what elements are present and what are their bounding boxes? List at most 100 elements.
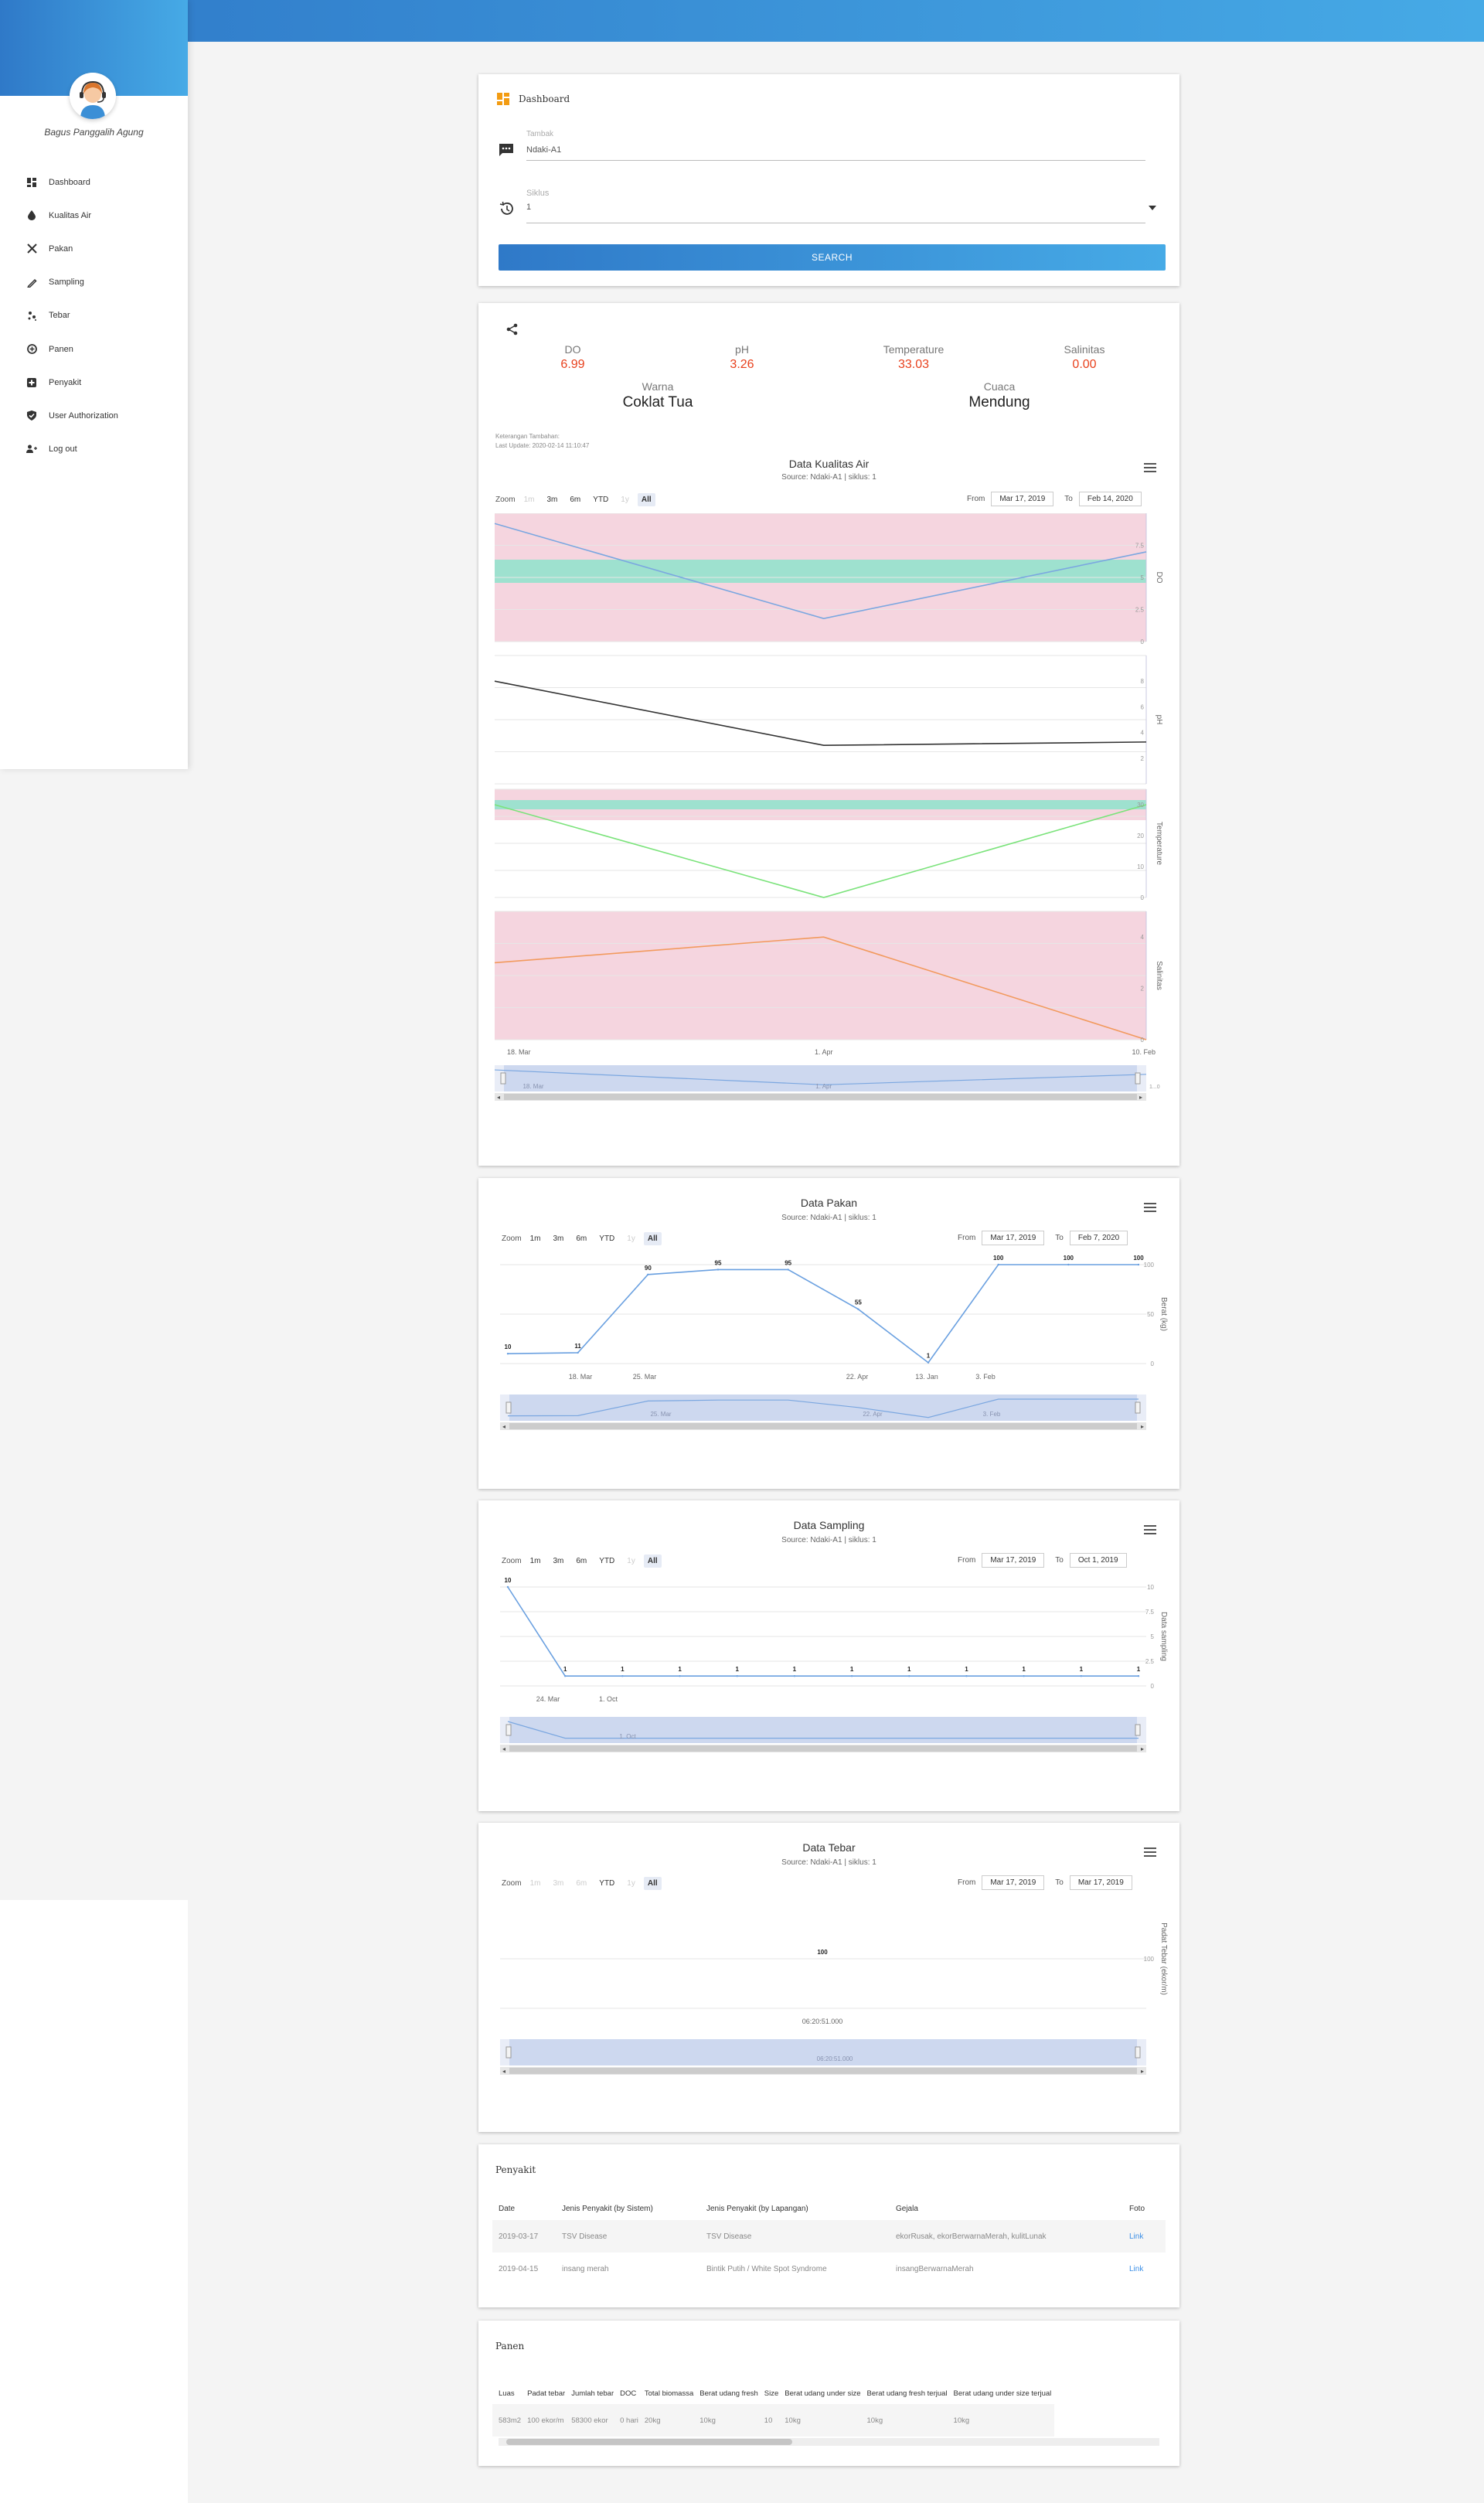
column-header[interactable]: Foto bbox=[1123, 2197, 1166, 2220]
scroll-left-arrow[interactable]: ◂ bbox=[497, 1094, 500, 1101]
menu-icon[interactable] bbox=[1144, 463, 1156, 474]
from-date-input[interactable]: Mar 17, 2019 bbox=[982, 1875, 1045, 1890]
scroll-right-arrow[interactable]: ▸ bbox=[1141, 2068, 1144, 2075]
zoom-3m-button[interactable]: 3m bbox=[543, 493, 561, 506]
column-header[interactable]: Jenis Penyakit (by Sistem) bbox=[556, 2197, 700, 2220]
sidebar-item-tebar[interactable]: Tebar bbox=[0, 299, 188, 332]
navigator-handle-right[interactable] bbox=[1135, 1401, 1141, 1414]
data-point[interactable] bbox=[908, 1675, 910, 1677]
zoom-6m-button[interactable]: 6m bbox=[572, 1555, 591, 1568]
data-point[interactable] bbox=[563, 1675, 567, 1677]
navigator-scrollbar-thumb[interactable] bbox=[509, 1423, 1137, 1429]
navigator-scrollbar-thumb[interactable] bbox=[509, 2068, 1137, 2074]
zoom-1y-button[interactable]: 1y bbox=[617, 493, 633, 506]
scroll-right-arrow[interactable]: ▸ bbox=[1141, 1423, 1144, 1430]
column-header[interactable]: Total biomassa bbox=[642, 2382, 696, 2404]
search-button[interactable]: SEARCH bbox=[499, 244, 1166, 271]
zoom-ytd-button[interactable]: YTD bbox=[595, 1877, 618, 1890]
to-date-input[interactable]: Feb 14, 2020 bbox=[1078, 492, 1142, 506]
scroll-right-arrow[interactable]: ▸ bbox=[1139, 1094, 1142, 1101]
horizontal-scrollbar[interactable] bbox=[499, 2438, 1159, 2446]
zoom-6m-button[interactable]: 6m bbox=[572, 1877, 591, 1890]
column-header[interactable]: Date bbox=[492, 2197, 556, 2220]
siklus-select[interactable]: Siklus 1 bbox=[497, 189, 1161, 227]
sidebar-item-log-out[interactable]: Log out bbox=[0, 433, 188, 466]
series-line[interactable] bbox=[507, 1586, 1139, 1677]
data-point[interactable] bbox=[506, 1353, 509, 1355]
column-header[interactable]: Padat tebar bbox=[524, 2382, 568, 2404]
data-point[interactable] bbox=[857, 1308, 859, 1310]
zoom-all-button[interactable]: All bbox=[643, 1877, 662, 1890]
to-date-input[interactable]: Feb 7, 2020 bbox=[1069, 1231, 1128, 1245]
column-header[interactable]: Jumlah tebar bbox=[568, 2382, 617, 2404]
zoom-1y-button[interactable]: 1y bbox=[623, 1555, 639, 1568]
sidebar-item-dashboard[interactable]: Dashboard bbox=[0, 165, 188, 199]
zoom-1m-button[interactable]: 1m bbox=[526, 1232, 545, 1245]
navigator-scrollbar-thumb[interactable] bbox=[504, 1094, 1137, 1100]
zoom-1y-button[interactable]: 1y bbox=[623, 1232, 639, 1245]
menu-icon[interactable] bbox=[1144, 1525, 1156, 1536]
data-point[interactable] bbox=[1137, 1675, 1140, 1677]
data-point[interactable] bbox=[1080, 1675, 1083, 1677]
zoom-1m-button[interactable]: 1m bbox=[520, 493, 539, 506]
data-point[interactable] bbox=[679, 1675, 681, 1677]
data-point[interactable] bbox=[850, 1675, 853, 1677]
data-point[interactable] bbox=[577, 1351, 579, 1354]
scroll-left-arrow[interactable]: ◂ bbox=[502, 2068, 505, 2075]
column-header[interactable]: Berat udang under size terjual bbox=[951, 2382, 1055, 2404]
zoom-1y-button[interactable]: 1y bbox=[623, 1877, 639, 1890]
zoom-6m-button[interactable]: 6m bbox=[566, 493, 584, 506]
foto-link[interactable]: Link bbox=[1129, 2232, 1143, 2241]
scroll-right-arrow[interactable]: ▸ bbox=[1141, 1745, 1144, 1752]
zoom-3m-button[interactable]: 3m bbox=[549, 1555, 567, 1568]
zoom-ytd-button[interactable]: YTD bbox=[595, 1232, 618, 1245]
data-point[interactable] bbox=[647, 1273, 649, 1275]
zoom-1m-button[interactable]: 1m bbox=[526, 1555, 545, 1568]
sidebar-item-user-authorization[interactable]: User Authorization bbox=[0, 399, 188, 432]
data-point[interactable] bbox=[793, 1675, 796, 1677]
zoom-3m-button[interactable]: 3m bbox=[549, 1877, 567, 1890]
zoom-all-button[interactable]: All bbox=[637, 493, 655, 506]
navigator-handle-left[interactable] bbox=[500, 1072, 506, 1085]
series-line[interactable] bbox=[507, 1264, 1139, 1364]
data-point[interactable] bbox=[621, 1675, 624, 1677]
navigator-mask[interactable] bbox=[509, 1717, 1137, 1743]
kualitas-air-chart[interactable]: 0 2.5 5 7.5 2 4 6 8 0 10 20 30 0 2 4 DO pH Temperature Sa… bbox=[478, 513, 1179, 1194]
zoom-6m-button[interactable]: 6m bbox=[572, 1232, 591, 1245]
navigator-handle-right[interactable] bbox=[1135, 1072, 1141, 1085]
sidebar-item-penyakit[interactable]: Penyakit bbox=[0, 366, 188, 399]
column-header[interactable]: Luas bbox=[492, 2382, 524, 2404]
series-line-ph[interactable] bbox=[494, 680, 1147, 747]
zoom-ytd-button[interactable]: YTD bbox=[595, 1555, 618, 1568]
data-point[interactable] bbox=[787, 1269, 789, 1271]
data-point[interactable] bbox=[716, 1269, 720, 1271]
avatar[interactable] bbox=[70, 73, 116, 119]
sidebar-item-panen[interactable]: Panen bbox=[0, 332, 188, 366]
zoom-all-button[interactable]: All bbox=[643, 1232, 662, 1245]
data-point[interactable] bbox=[506, 1585, 509, 1589]
from-date-input[interactable]: Mar 17, 2019 bbox=[982, 1231, 1045, 1245]
data-point[interactable] bbox=[1023, 1675, 1025, 1677]
column-header[interactable]: Berat udang under size bbox=[781, 2382, 863, 2404]
zoom-3m-button[interactable]: 3m bbox=[549, 1232, 567, 1245]
navigator-handle-left[interactable] bbox=[505, 1724, 512, 1736]
column-header[interactable]: Berat udang fresh terjual bbox=[864, 2382, 951, 2404]
navigator-handle-left[interactable] bbox=[505, 2046, 512, 2059]
sidebar-item-pakan[interactable]: Pakan bbox=[0, 232, 188, 265]
navigator-mask[interactable] bbox=[509, 1395, 1137, 1421]
tambak-field[interactable]: Tambak Ndaki-A1 bbox=[497, 130, 1161, 165]
menu-icon[interactable] bbox=[1144, 1847, 1156, 1858]
tebar-chart[interactable]: 100 100 Padat Tebar (ekor/m) 06:20:51.000 06… bbox=[478, 1894, 1179, 2134]
scroll-left-arrow[interactable]: ◂ bbox=[502, 1423, 505, 1430]
column-header[interactable]: Berat udang fresh bbox=[696, 2382, 761, 2404]
share-icon[interactable] bbox=[506, 323, 519, 335]
column-header[interactable]: Size bbox=[761, 2382, 781, 2404]
sampling-chart[interactable]: 101 1 1 1 1 1 1 1 1 1 102.557.510Data sampling24. … bbox=[478, 1572, 1179, 1811]
data-point[interactable] bbox=[1067, 1263, 1070, 1266]
scrollbar-thumb[interactable] bbox=[506, 2439, 792, 2445]
sidebar-item-kualitas-air[interactable]: Kualitas Air bbox=[0, 199, 188, 232]
data-point[interactable] bbox=[997, 1263, 999, 1266]
to-date-input[interactable]: Mar 17, 2019 bbox=[1069, 1875, 1132, 1890]
navigator-handle-right[interactable] bbox=[1135, 2046, 1141, 2059]
navigator-handle-left[interactable] bbox=[505, 1401, 512, 1414]
